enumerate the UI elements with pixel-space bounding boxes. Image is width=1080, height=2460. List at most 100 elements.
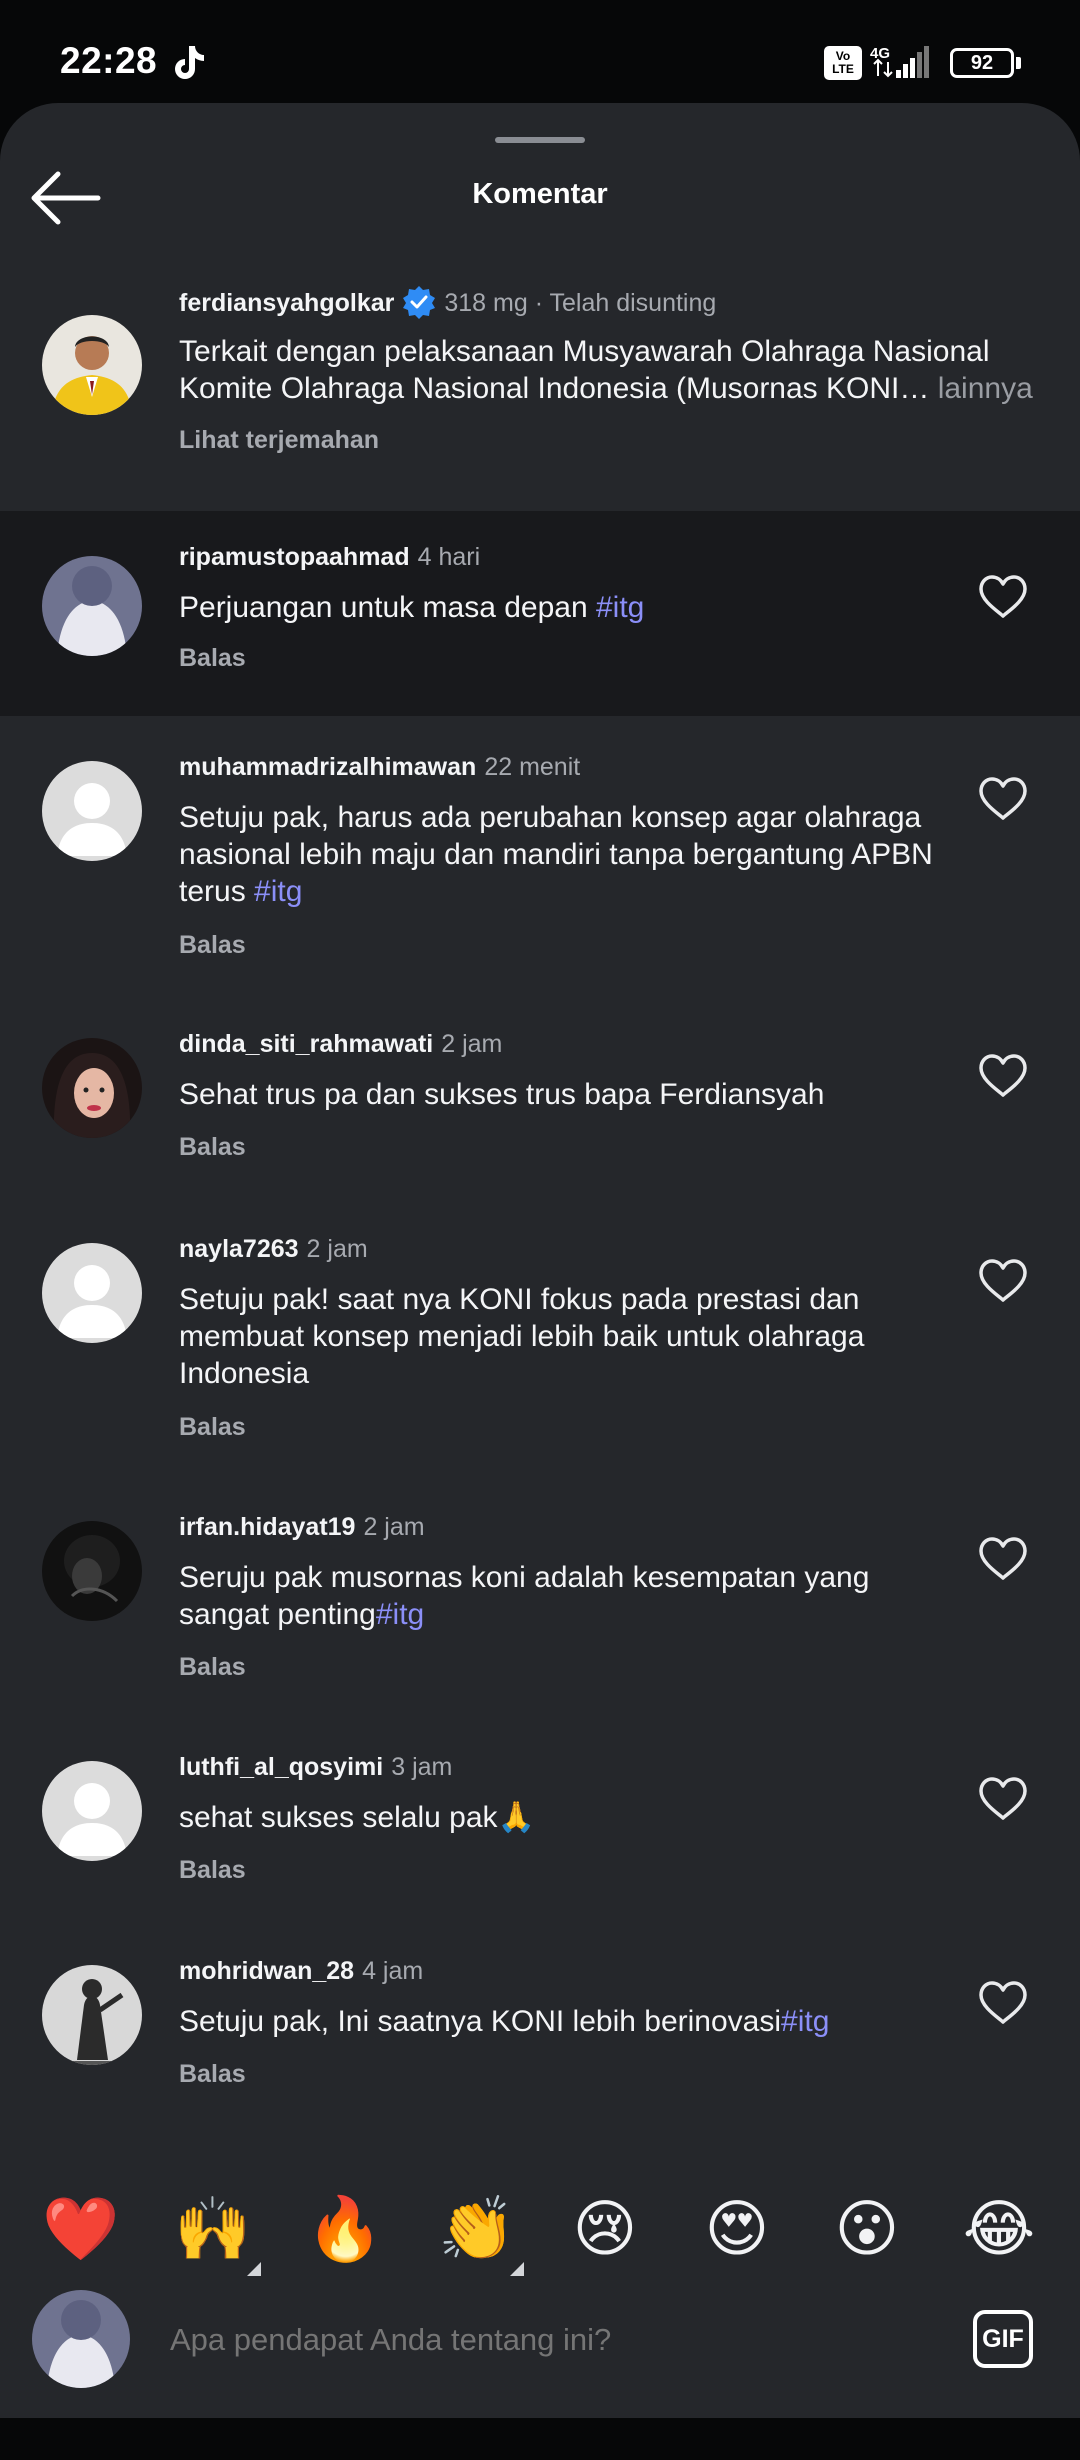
comment-body: sehat sukses selalu pak🙏 xyxy=(179,1801,535,1834)
comment-time: 2 jam xyxy=(306,1235,368,1263)
comment-text: Setuju pak! saat nya KONI fokus pada pre… xyxy=(179,1281,939,1392)
reply-button[interactable]: Balas xyxy=(179,931,246,960)
reply-button[interactable]: Balas xyxy=(179,1133,246,1162)
comment-item: muhammadrizalhimawan 22 menit Setuju pak,… xyxy=(0,753,1080,1033)
reaction-surprised-face[interactable]: 😮 xyxy=(822,2190,912,2270)
hashtag-link[interactable]: #itg xyxy=(596,591,644,624)
skin-tone-corner-icon xyxy=(247,2262,261,2276)
heart-icon[interactable] xyxy=(977,574,1029,620)
comment-body: Setuju pak! saat nya KONI fokus pada pre… xyxy=(179,1283,865,1390)
comment-composer: GIF xyxy=(0,2290,1080,2418)
translate-link[interactable]: Lihat terjemahan xyxy=(179,426,379,455)
reaction-heart[interactable]: ❤️ xyxy=(36,2190,126,2270)
caption-meta: ferdiansyahgolkar 318 mg · Telah disuntin… xyxy=(179,285,716,319)
reply-button[interactable]: Balas xyxy=(179,1856,246,1885)
reaction-fire[interactable]: 🔥 xyxy=(300,2190,390,2270)
drag-handle[interactable] xyxy=(495,137,585,143)
comment-time: 4 jam xyxy=(362,1957,424,1985)
avatar[interactable] xyxy=(42,1761,142,1861)
more-link[interactable]: lainnya xyxy=(929,372,1033,405)
profile-photo xyxy=(42,556,142,656)
profile-photo xyxy=(42,1038,142,1138)
battery-tip xyxy=(1016,57,1021,69)
heart-icon[interactable] xyxy=(977,1776,1029,1822)
comment-username[interactable]: irfan.hidayat19 xyxy=(179,1513,355,1541)
caption-text: Terkait dengan pelaksanaan Musyawarah Ol… xyxy=(179,333,1059,407)
heart-icon[interactable] xyxy=(977,776,1029,822)
comment-body: Perjuangan untuk masa depan xyxy=(179,591,596,624)
reply-button[interactable]: Balas xyxy=(179,1653,246,1682)
profile-photo xyxy=(42,1965,142,2065)
comment-meta: irfan.hidayat19 2 jam xyxy=(179,1513,425,1542)
comment-username[interactable]: nayla7263 xyxy=(179,1235,299,1263)
default-avatar-icon xyxy=(42,761,142,861)
comment-username[interactable]: muhammadrizalhimawan xyxy=(179,753,476,781)
reaction-laughing-face[interactable]: 😂 xyxy=(954,2190,1044,2270)
comment-time: 2 jam xyxy=(441,1030,503,1058)
post-caption: ferdiansyahgolkar 318 mg · Telah disuntin… xyxy=(0,263,1080,511)
tiktok-icon xyxy=(175,46,204,79)
comment-item: irfan.hidayat19 2 jam Seruju pak musornas… xyxy=(0,1513,1080,1753)
reaction-heart-eyes[interactable]: 😍 xyxy=(692,2190,782,2270)
page-title: Komentar xyxy=(472,178,608,210)
current-user-avatar[interactable] xyxy=(32,2290,130,2388)
system-nav-bar xyxy=(0,2418,1080,2460)
comment-username[interactable]: ripamustopaahmad xyxy=(179,543,410,571)
avatar[interactable] xyxy=(42,1038,142,1138)
comment-username[interactable]: luthfi_al_qosyimi xyxy=(179,1753,383,1781)
reply-button[interactable]: Balas xyxy=(179,644,246,673)
reaction-crying-face[interactable]: 😢 xyxy=(560,2190,650,2270)
profile-photo xyxy=(42,1521,142,1621)
avatar[interactable] xyxy=(42,761,142,861)
comment-username[interactable]: mohridwan_28 xyxy=(179,1957,354,1985)
caption-text-line: Komite Olahraga Nasional Indonesia (Muso… xyxy=(179,372,930,405)
heart-icon[interactable] xyxy=(977,1536,1029,1582)
comments-sheet: Komentar ferdiansyahgolkar 318 mg · Telah… xyxy=(0,103,1080,2418)
battery-percent: 92 xyxy=(950,48,1014,78)
comment-text: Perjuangan untuk masa depan #itg xyxy=(179,589,1059,626)
comment-body: Setuju pak, Ini saatnya KONI lebih berin… xyxy=(179,2005,782,2038)
comment-text: sehat sukses selalu pak🙏 xyxy=(179,1799,939,1836)
comment-meta: nayla7263 2 jam xyxy=(179,1235,368,1264)
heart-icon[interactable] xyxy=(977,1258,1029,1304)
comment-item: ripamustopaahmad 4 hari Perjuangan untuk … xyxy=(0,511,1080,716)
profile-photo xyxy=(42,315,142,415)
reaction-clapping-hands[interactable]: 👏 xyxy=(432,2190,522,2270)
comment-meta: muhammadrizalhimawan 22 menit xyxy=(179,753,580,782)
comment-input[interactable] xyxy=(170,2314,930,2366)
caption-time: 318 mg · Telah disunting xyxy=(444,289,717,317)
reaction-raising-hands[interactable]: 🙌 xyxy=(168,2190,258,2270)
hashtag-link[interactable]: #itg xyxy=(376,1598,424,1631)
comment-body: Sehat trus pa dan sukses trus bapa Ferdi… xyxy=(179,1078,825,1111)
profile-photo xyxy=(32,2290,130,2388)
volte-icon: Vo LTE xyxy=(824,46,862,80)
status-bar: 22:28 Vo LTE 4G 92 xyxy=(0,0,1080,120)
caption-text-line: Terkait dengan pelaksanaan Musyawarah Ol… xyxy=(179,335,990,368)
gif-button[interactable]: GIF xyxy=(973,2310,1033,2368)
comment-meta: mohridwan_28 4 jam xyxy=(179,1957,423,1986)
reply-button[interactable]: Balas xyxy=(179,2060,246,2089)
reply-button[interactable]: Balas xyxy=(179,1413,246,1442)
avatar[interactable] xyxy=(42,1243,142,1343)
avatar[interactable] xyxy=(42,556,142,656)
comment-meta: luthfi_al_qosyimi 3 jam xyxy=(179,1753,452,1782)
hashtag-link[interactable]: #itg xyxy=(254,875,302,908)
verified-badge-icon xyxy=(403,286,436,319)
caption-username[interactable]: ferdiansyahgolkar xyxy=(179,289,394,317)
avatar[interactable] xyxy=(42,1521,142,1621)
comment-time: 3 jam xyxy=(391,1753,453,1781)
quick-reaction-bar: ❤️ 🙌 🔥 👏 😢 😍 😮 😂 xyxy=(0,2170,1080,2290)
comment-text: Seruju pak musornas koni adalah kesempat… xyxy=(179,1559,939,1633)
comment-item: dinda_siti_rahmawati 2 jam Sehat trus pa … xyxy=(0,1030,1080,1200)
avatar[interactable] xyxy=(42,1965,142,2065)
heart-icon[interactable] xyxy=(977,1053,1029,1099)
comment-item: mohridwan_28 4 jam Setuju pak, Ini saatny… xyxy=(0,1957,1080,2127)
heart-icon[interactable] xyxy=(977,1980,1029,2026)
comment-username[interactable]: dinda_siti_rahmawati xyxy=(179,1030,433,1058)
default-avatar-icon xyxy=(42,1243,142,1343)
comment-item: nayla7263 2 jam Setuju pak! saat nya KONI… xyxy=(0,1235,1080,1515)
network-type-label: 4G xyxy=(870,45,890,62)
comment-text: Setuju pak, harus ada perubahan konsep a… xyxy=(179,799,939,910)
hashtag-link[interactable]: #itg xyxy=(781,2005,829,2038)
avatar[interactable] xyxy=(42,315,142,415)
